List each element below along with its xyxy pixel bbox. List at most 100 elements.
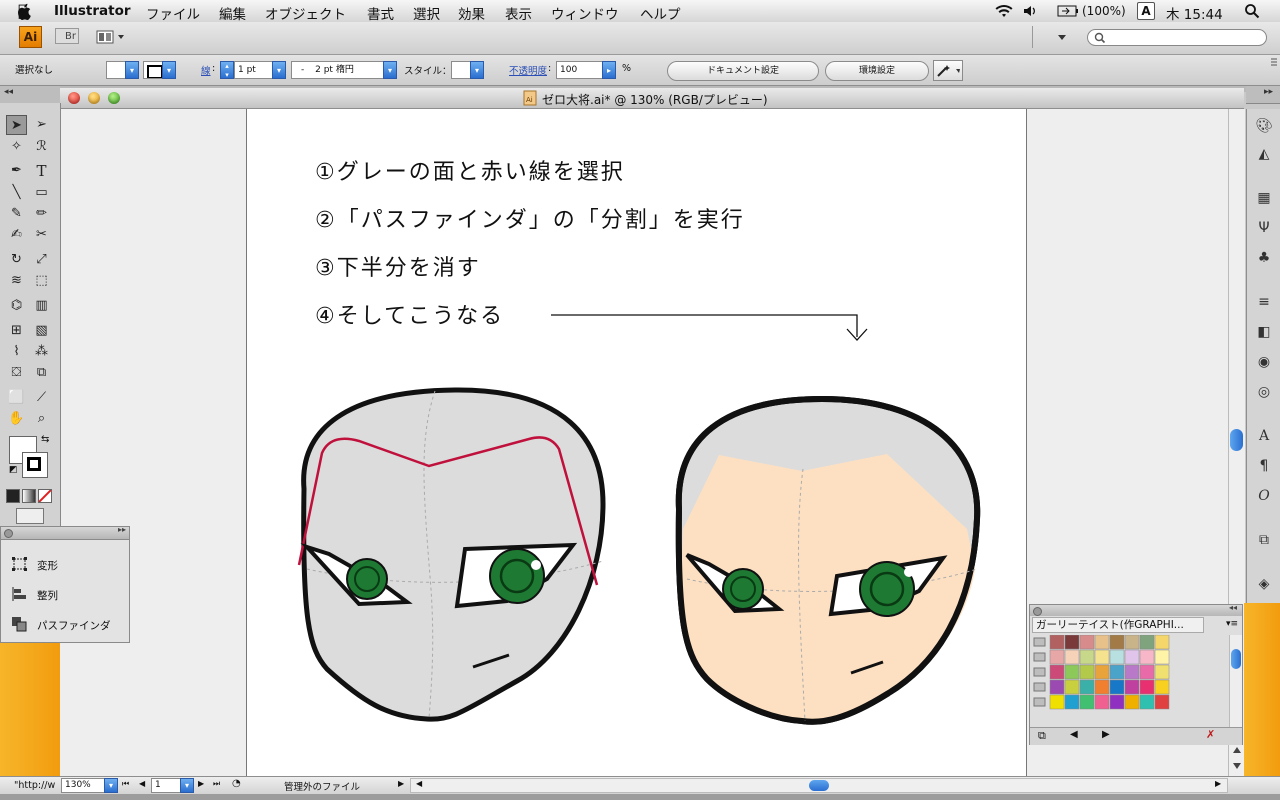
delete-swatch-icon[interactable]: ✗ [1206,728,1215,741]
color-swatch[interactable] [1154,664,1170,680]
swatch-panel-titlebar[interactable]: ◂◂ [1030,603,1242,616]
artboard-dropdown[interactable]: ▾ [180,778,194,793]
artboards-panel-icon[interactable]: ⧉ [1255,531,1273,549]
color-swatch[interactable] [1079,664,1095,680]
first-artboard-button[interactable]: ⏮ [122,779,129,789]
color-swatch[interactable] [1049,635,1065,650]
artboard-tool[interactable]: ⬜ [6,388,27,408]
color-swatch[interactable] [1139,664,1155,680]
apple-logo-icon[interactable] [16,3,34,20]
color-swatch[interactable] [1079,679,1095,695]
color-mode-button[interactable] [6,489,20,503]
menu-select[interactable]: 選択 [413,3,440,23]
gradient-panel-icon[interactable]: ◧ [1255,323,1273,341]
selection-tool[interactable]: ➤ [6,115,27,135]
swatch-panel-close-button[interactable] [1033,607,1042,616]
color-swatch[interactable] [1139,694,1155,710]
menu-clock[interactable]: 木 15:44 [1166,3,1223,23]
rotate-tool[interactable]: ↻ [6,250,27,270]
symbol-sprayer-tool[interactable]: ⌬ [6,296,27,316]
stroke-panel-icon[interactable]: ≡ [1255,293,1273,311]
color-swatch[interactable] [1064,635,1080,650]
warp-tool[interactable]: ≋ [6,271,27,291]
menu-help[interactable]: ヘルプ [640,3,681,23]
style-dropdown[interactable]: ▾ [470,61,484,79]
symbols-panel-icon[interactable]: ♣ [1255,249,1273,267]
swatches-panel-icon[interactable]: ▦ [1255,189,1273,207]
color-swatch[interactable] [1049,649,1065,665]
color-swatch[interactable] [1094,694,1110,710]
swatch-group-folder-icon[interactable] [1033,697,1046,707]
spotlight-search-icon[interactable] [1244,3,1260,19]
direct-selection-tool[interactable]: ➢ [31,115,52,135]
live-paint-bucket-tool[interactable]: ⛋ [6,363,27,383]
zoom-window-button[interactable] [108,92,120,104]
stroke-weight-stepper[interactable]: ▴ ▾ [220,61,234,79]
minimize-window-button[interactable] [88,92,100,104]
color-swatch[interactable] [1139,649,1155,665]
opacity-label[interactable]: 不透明度 [509,63,547,77]
default-colors-icon[interactable]: ◩ [9,465,18,475]
color-swatch[interactable] [1109,664,1125,680]
document-settings-button[interactable]: ドキュメント設定 [667,61,819,81]
right-dock-header[interactable]: ▸▸ [1246,86,1280,104]
swatch-panel-collapse-icon[interactable]: ◂◂ [1229,603,1237,612]
file-status-text[interactable]: 管理外のファイル [284,779,360,793]
zoom-dropdown[interactable]: ▾ [104,778,118,793]
transparency-panel-icon[interactable]: ◉ [1255,353,1273,371]
next-artboard-button[interactable]: ▶ [198,779,204,788]
stroke-weight-dropdown[interactable]: ▾ [272,61,286,79]
vertical-scroll-thumb[interactable] [1230,429,1243,451]
swatch-group-folder-icon[interactable] [1033,667,1046,677]
panel-item-align[interactable]: 整列 [37,588,58,603]
color-swatch[interactable] [1079,694,1095,710]
gradient-mode-button[interactable] [22,489,36,503]
scroll-right-arrow[interactable]: ▶ [1215,779,1221,788]
color-swatch[interactable] [1154,679,1170,695]
color-swatch[interactable] [1139,679,1155,695]
stroke-dropdown[interactable]: ▾ [162,61,176,79]
color-swatch[interactable] [1124,635,1140,650]
previous-artboard-button[interactable]: ◀ [139,779,145,788]
color-swatch[interactable] [1124,694,1140,710]
swatch-group-folder-icon[interactable] [1033,682,1046,692]
scroll-left-arrow[interactable]: ◀ [416,779,422,788]
color-swatch[interactable] [1154,649,1170,665]
preferences-button[interactable]: 環境設定 [825,61,929,81]
volume-icon[interactable] [1023,4,1039,18]
swatch-libraries-menu-icon[interactable]: ⧉ [1038,729,1046,743]
last-artboard-button[interactable]: ⏭ [213,779,220,789]
document-title-bar[interactable]: Ai ゼロ大将.ai* @ 130% (RGB/プレビュー) [60,88,1244,109]
blob-brush-tool[interactable]: ✍ [6,225,27,245]
swatch-library-tab[interactable]: ガーリーテイスト(作GRAPHI... [1032,617,1204,633]
menu-edit[interactable]: 編集 [219,3,246,23]
opacity-field[interactable]: 100 [556,61,608,79]
menu-object[interactable]: オブジェクト [265,3,346,23]
mesh-tool[interactable]: ⊞ [6,321,27,341]
zoom-tool[interactable]: ⌕ [31,409,52,429]
color-swatch[interactable] [1154,635,1170,650]
artboard[interactable]: ①グレーの面と赤い線を選択 ②「パスファインダ」の「分割」を実行 ③下半分を消す… [246,109,1027,776]
swatch-panel-menu-icon[interactable]: ▾≡ [1226,619,1238,629]
color-swatch[interactable] [1124,679,1140,695]
color-swatch[interactable] [1064,664,1080,680]
menu-app-name[interactable]: Illustrator [54,3,131,19]
scissors-tool[interactable]: ✂ [31,225,52,245]
wifi-icon[interactable] [993,3,1015,19]
color-swatch[interactable] [1094,649,1110,665]
color-panel-icon[interactable]: 🎨︎ [1255,117,1273,135]
color-swatch[interactable] [1064,649,1080,665]
color-swatch[interactable] [1094,635,1110,650]
eyedropper-tool[interactable]: ⌇ [6,342,27,362]
expand-dock-icon[interactable]: ▸▸ [1264,87,1273,97]
search-field[interactable] [1087,29,1267,46]
screen-mode-button[interactable] [16,508,44,524]
color-swatch[interactable] [1109,635,1125,650]
color-swatch[interactable] [1079,635,1095,650]
stroke-label[interactable]: 線 [201,63,211,77]
close-window-button[interactable] [68,92,80,104]
free-transform-tool[interactable]: ⬚ [31,271,52,291]
swap-fill-stroke-icon[interactable]: ⇆ [41,434,49,445]
float-panel-titlebar[interactable]: ▸▸ [1,525,129,540]
pen-tool[interactable]: ✒ [6,161,27,181]
